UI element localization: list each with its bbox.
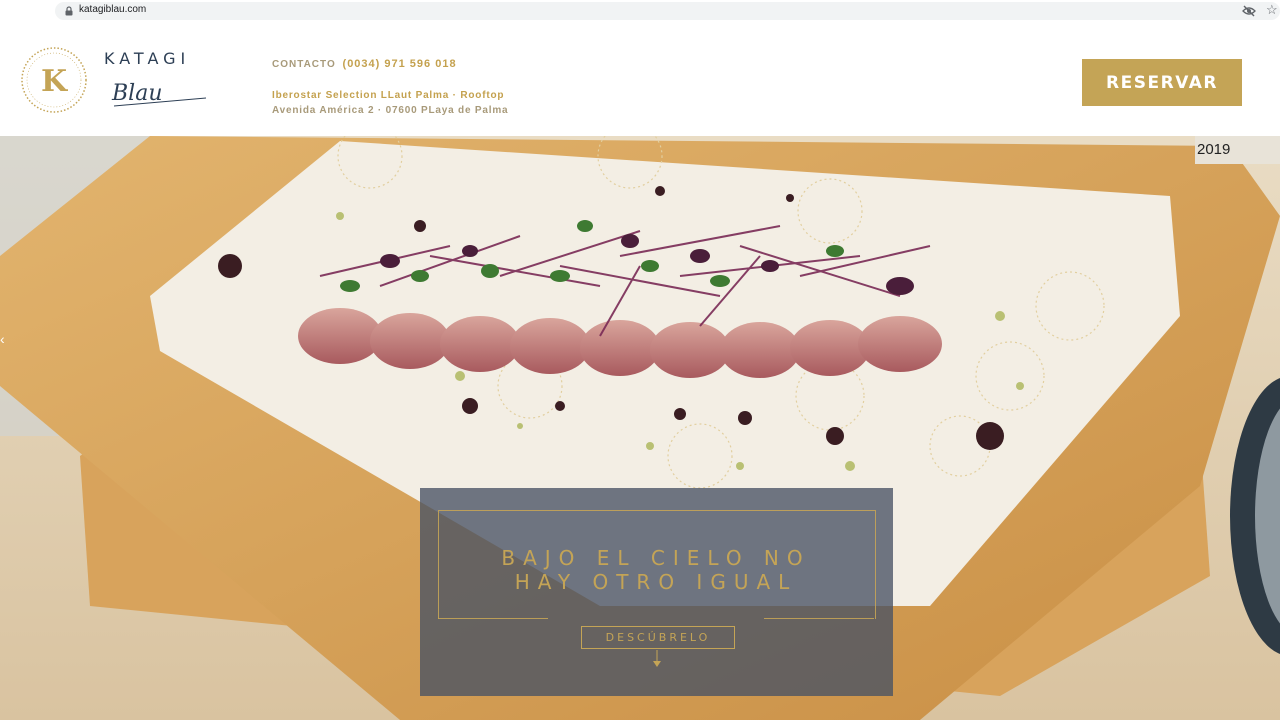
- url-text[interactable]: katagiblau.com: [79, 4, 146, 15]
- brand-script: Blau: [111, 81, 207, 107]
- hero-section: 2019 ‹ BAJO EL CIELO NO HAY OTRO IGUAL D…: [0, 136, 1280, 720]
- hero-overlay: BAJO EL CIELO NO HAY OTRO IGUAL DESCÚBRE…: [420, 488, 893, 696]
- address-line-2: Avenida América 2 · 07600 PLaya de Palma: [272, 105, 509, 116]
- site-header: K KATAGI Blau CONTACTO (0034) 971 596 01…: [0, 22, 1280, 136]
- browser-bar: katagiblau.com ☆: [0, 0, 1280, 22]
- brand-name: KATAGI: [104, 49, 191, 68]
- reserve-button[interactable]: RESERVAR: [1082, 59, 1242, 106]
- hero-tagline: BAJO EL CIELO NO HAY OTRO IGUAL: [438, 546, 874, 594]
- eye-off-icon[interactable]: [1242, 4, 1256, 18]
- frame-line-left: [438, 618, 548, 619]
- tagline-line-1: BAJO EL CIELO NO: [501, 546, 811, 570]
- contact-label: CONTACTO: [272, 59, 336, 70]
- phone-number[interactable]: (0034) 971 596 018: [343, 58, 457, 70]
- frame-line-right: [764, 618, 874, 619]
- lock-icon: [65, 6, 73, 16]
- logo[interactable]: K: [20, 46, 88, 114]
- tagline-line-2: HAY OTRO IGUAL: [514, 570, 798, 594]
- arrow-down-icon[interactable]: [652, 650, 662, 668]
- address-bar[interactable]: [55, 2, 1280, 20]
- chevron-left-icon[interactable]: ‹: [0, 331, 5, 347]
- award-year: 2019: [1197, 141, 1231, 158]
- address-line-1: Iberostar Selection LLaut Palma · Roofto…: [272, 90, 505, 101]
- logo-letter: K: [41, 64, 68, 99]
- star-icon[interactable]: ☆: [1266, 3, 1278, 17]
- contact-line: CONTACTO (0034) 971 596 018: [272, 58, 457, 70]
- discover-button[interactable]: DESCÚBRELO: [581, 626, 735, 649]
